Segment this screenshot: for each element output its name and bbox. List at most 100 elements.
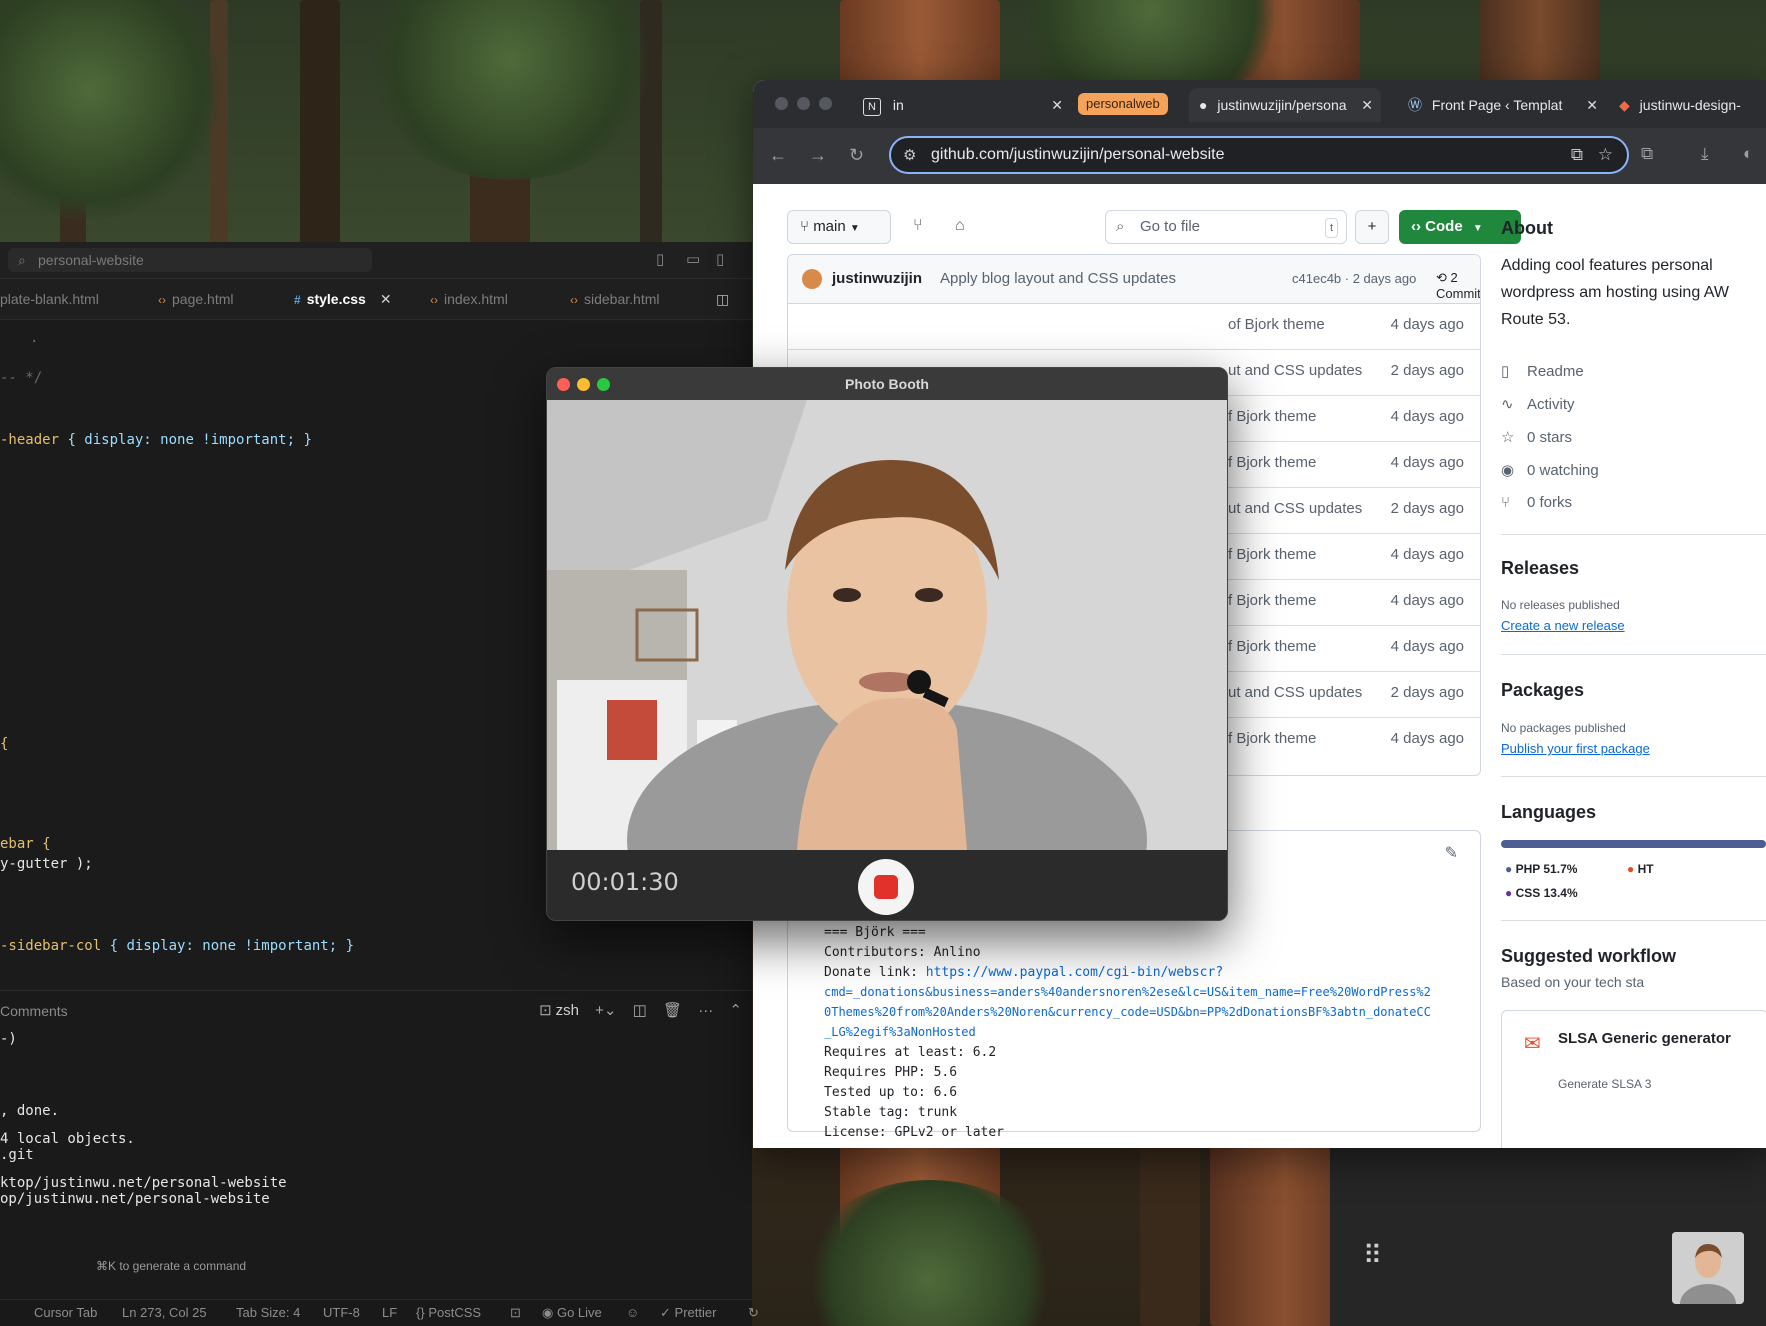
releases-title[interactable]: Releases xyxy=(1501,558,1579,579)
window-minimize-button[interactable] xyxy=(577,378,590,391)
app-grid-icon[interactable]: ⠿ xyxy=(1363,1240,1382,1271)
back-icon[interactable]: ← xyxy=(769,145,787,166)
tab-page[interactable]: ‹› page.html xyxy=(158,279,233,319)
new-terminal-icon[interactable]: +⌄ xyxy=(595,1002,616,1019)
browser-tab-figma[interactable]: ◆ justinwu-design- xyxy=(1619,88,1766,122)
language-php-label: PHP 51.7% xyxy=(1515,862,1578,876)
tag-icon[interactable]: ⌂ xyxy=(955,217,965,235)
close-tab-icon[interactable]: ✕ xyxy=(1586,88,1598,122)
panel-title[interactable]: Comments xyxy=(0,1003,68,1019)
address-bar[interactable]: ⚙ github.com/justinwuzijin/personal-webs… xyxy=(889,136,1629,174)
command-center-search[interactable]: ⌕ personal-website xyxy=(8,248,372,272)
language-html[interactable]: ● HT xyxy=(1627,862,1654,876)
tab-group-label[interactable]: personalweb xyxy=(1078,93,1168,115)
close-tab-icon[interactable]: ✕ xyxy=(1051,88,1063,122)
donate-link[interactable]: https://www.paypal.com/cgi-bin/webscr? xyxy=(926,965,1223,980)
close-icon[interactable]: ✕ xyxy=(380,291,392,307)
status-cursor-tab[interactable]: Cursor Tab xyxy=(34,1305,97,1320)
window-close-button[interactable] xyxy=(775,97,788,110)
tab-sidebar[interactable]: ‹› sidebar.html xyxy=(570,279,659,319)
chevron-up-icon[interactable]: ⌃ xyxy=(729,1002,742,1019)
browser-tab-wordpress[interactable]: Ⓦ Front Page ‹ Templat ✕ xyxy=(1408,88,1598,122)
branch-select-button[interactable]: ⑂ main ▼ xyxy=(787,210,891,244)
file-commit-message[interactable]: ut and CSS updates xyxy=(1228,500,1362,517)
donate-link[interactable]: 0Themes%20from%20Anders%20Noren&currency… xyxy=(824,1005,1431,1019)
donate-link[interactable]: _LG%2egif%3aNonHosted xyxy=(824,1025,976,1039)
split-terminal-icon[interactable]: ◫ xyxy=(633,1002,647,1019)
file-commit-message[interactable]: f Bjork theme xyxy=(1228,408,1316,425)
window-zoom-button[interactable] xyxy=(597,378,610,391)
file-commit-message[interactable]: f Bjork theme xyxy=(1228,592,1316,609)
more-icon[interactable]: ··· xyxy=(698,1002,713,1019)
language-php[interactable]: ● PHP 51.7% xyxy=(1505,862,1577,876)
file-row[interactable]: of Bjork theme 4 days ago xyxy=(788,303,1480,350)
file-commit-message[interactable]: of Bjork theme xyxy=(1228,316,1325,333)
status-tab-size[interactable]: Tab Size: 4 xyxy=(236,1305,300,1320)
site-settings-icon[interactable]: ⚙ xyxy=(903,146,916,164)
install-app-icon[interactable]: ⧉ xyxy=(1571,145,1583,165)
extensions-icon[interactable]: ⧉ xyxy=(1641,144,1653,164)
notifications-icon[interactable]: ↻ xyxy=(748,1305,759,1321)
split-editor-icon[interactable]: ◫ xyxy=(716,279,729,319)
download-icon[interactable]: ⤓ xyxy=(1701,144,1709,164)
trash-icon[interactable]: 🗑 xyxy=(663,1002,682,1019)
terminal-shell-label[interactable]: zsh xyxy=(556,1002,579,1019)
go-to-file-input[interactable]: ⌕ Go to file t xyxy=(1105,210,1347,244)
publish-package-link[interactable]: Publish your first package xyxy=(1501,741,1650,756)
create-release-link[interactable]: Create a new release xyxy=(1501,618,1625,633)
browser-tab-github[interactable]: ● justinwuzijin/persona ✕ xyxy=(1189,88,1381,122)
file-commit-message[interactable]: ut and CSS updates xyxy=(1228,684,1362,701)
add-file-button[interactable]: + xyxy=(1355,210,1389,244)
window-zoom-button[interactable] xyxy=(819,97,832,110)
close-tab-icon[interactable]: ✕ xyxy=(1361,88,1373,122)
tab-label: sidebar.html xyxy=(584,291,660,307)
tab-style-css[interactable]: # style.css ✕ xyxy=(294,279,392,319)
window-close-button[interactable] xyxy=(557,378,570,391)
terminal-icon[interactable]: ⊡ xyxy=(539,1002,552,1019)
tab-index[interactable]: ‹› index.html xyxy=(430,279,508,319)
readme-link[interactable]: ▯ Readme xyxy=(1501,362,1584,380)
browser-tab-notion[interactable]: N in ✕ xyxy=(863,88,1063,122)
window-minimize-button[interactable] xyxy=(797,97,810,110)
stop-recording-button[interactable] xyxy=(858,859,914,915)
edit-pencil-icon[interactable]: ✎ xyxy=(1445,843,1458,863)
status-encoding[interactable]: UTF-8 xyxy=(323,1305,360,1320)
tab-plate-blank[interactable]: plate-blank.html xyxy=(0,279,99,319)
commits-count[interactable]: ⟲ 2 Commits xyxy=(1436,270,1480,301)
feedback-icon[interactable]: ⊡ xyxy=(510,1305,521,1321)
packages-title[interactable]: Packages xyxy=(1501,680,1584,701)
status-position[interactable]: Ln 273, Col 25 xyxy=(122,1305,207,1320)
forward-icon[interactable]: → xyxy=(809,145,827,166)
activity-link[interactable]: ∿ Activity xyxy=(1501,395,1575,413)
file-commit-message[interactable]: f Bjork theme xyxy=(1228,638,1316,655)
file-commit-message[interactable]: ut and CSS updates xyxy=(1228,362,1362,379)
stars-link[interactable]: ☆ 0 stars xyxy=(1501,428,1572,446)
commit-author[interactable]: justinwuzijin xyxy=(832,270,922,287)
forks-link[interactable]: ⑂ 0 forks xyxy=(1501,494,1572,511)
donate-link[interactable]: cmd=_donations&business=anders%40andersn… xyxy=(824,985,1431,999)
branches-icon[interactable]: ⑂ xyxy=(913,217,923,235)
status-eol[interactable]: LF xyxy=(382,1305,397,1320)
toggle-sidebar-icon[interactable]: ▯ xyxy=(656,250,664,268)
workflow-card[interactable]: ✉ SLSA Generic generator Generate SLSA 3 xyxy=(1501,1010,1766,1148)
copilot-icon[interactable]: ☺ xyxy=(626,1305,639,1320)
file-commit-message[interactable]: f Bjork theme xyxy=(1228,730,1316,747)
toggle-panel-icon[interactable]: ▭ xyxy=(686,250,700,268)
status-go-live[interactable]: ◉ Go Live xyxy=(542,1305,602,1321)
bookmark-star-icon[interactable]: ☆ xyxy=(1598,145,1613,165)
language-css[interactable]: ● CSS 13.4% xyxy=(1505,886,1578,900)
prettier-label: Prettier xyxy=(674,1305,717,1320)
status-language[interactable]: {} PostCSS xyxy=(416,1305,481,1320)
watching-link[interactable]: ◉ 0 watching xyxy=(1501,461,1599,479)
profile-avatar[interactable]: ◐ xyxy=(1743,144,1753,164)
thumbnail-image xyxy=(1672,1232,1744,1304)
file-commit-message[interactable]: f Bjork theme xyxy=(1228,546,1316,563)
status-prettier[interactable]: ✓ Prettier xyxy=(660,1305,716,1321)
toggle-secondary-sidebar-icon[interactable]: ▯ xyxy=(716,250,724,268)
avatar[interactable] xyxy=(802,269,822,289)
commit-hash-age[interactable]: c41ec4b · 2 days ago xyxy=(1292,271,1416,286)
commit-message[interactable]: Apply blog layout and CSS updates xyxy=(940,270,1176,287)
video-thumbnail[interactable] xyxy=(1672,1232,1744,1304)
reload-icon[interactable]: ↻ xyxy=(849,145,864,166)
file-commit-message[interactable]: f Bjork theme xyxy=(1228,454,1316,471)
